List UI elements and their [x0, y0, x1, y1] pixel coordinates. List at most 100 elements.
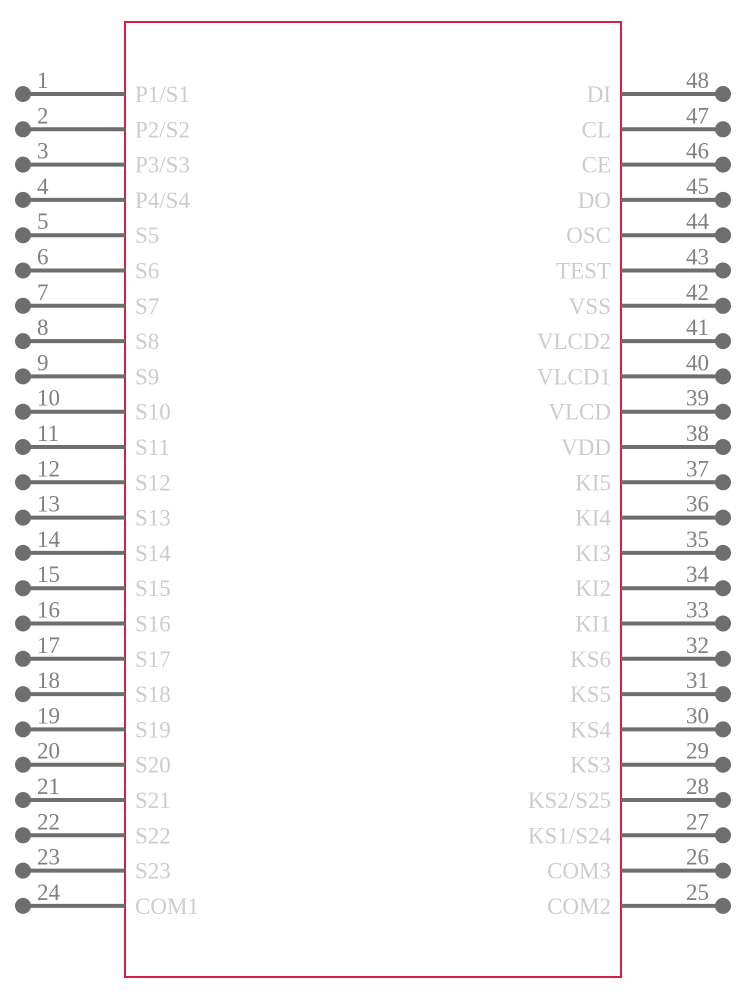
pin-terminal-dot[interactable] [15, 333, 31, 350]
pin-number-label: 47 [686, 103, 709, 128]
pin[interactable]: S23 23 [15, 845, 171, 884]
pin[interactable]: KS6 32 [570, 633, 731, 672]
pin-terminal-dot[interactable] [15, 439, 31, 455]
pin[interactable]: CL 47 [582, 103, 731, 142]
pin-terminal-dot[interactable] [15, 368, 31, 385]
pin[interactable]: S13 13 [15, 492, 171, 531]
pin-terminal-dot[interactable] [715, 756, 731, 773]
pin-terminal-dot[interactable] [15, 827, 31, 844]
pin-terminal-dot[interactable] [15, 297, 31, 314]
pin[interactable]: S8 8 [15, 315, 159, 354]
pin[interactable]: VSS 42 [569, 280, 731, 319]
pin[interactable]: OSC 44 [566, 209, 731, 248]
pin-terminal-dot[interactable] [715, 156, 731, 173]
pin[interactable]: S12 12 [15, 456, 171, 495]
pin-terminal-dot[interactable] [15, 403, 31, 420]
pin-terminal-dot[interactable] [15, 897, 31, 914]
pin-terminal-dot[interactable] [715, 615, 731, 632]
pin[interactable]: KS2/S25 28 [528, 774, 731, 813]
pin-terminal-dot[interactable] [15, 756, 31, 773]
pin-terminal-dot[interactable] [15, 262, 31, 279]
pin[interactable]: S10 10 [15, 386, 171, 425]
pin[interactable]: CE 46 [582, 139, 731, 178]
pin[interactable]: TEST 43 [556, 245, 731, 284]
pin-terminal-dot[interactable] [15, 544, 31, 561]
pin-terminal-dot[interactable] [715, 297, 731, 314]
pin[interactable]: KI4 36 [575, 492, 731, 531]
pin[interactable]: DO 45 [578, 174, 731, 213]
pin-terminal-dot[interactable] [715, 580, 731, 597]
pin-terminal-dot[interactable] [715, 827, 731, 844]
pin[interactable]: S15 15 [15, 562, 171, 601]
pin-terminal-dot[interactable] [15, 792, 31, 808]
pin-terminal-dot[interactable] [15, 650, 31, 667]
pin-terminal-dot[interactable] [15, 862, 31, 879]
pin-terminal-dot[interactable] [15, 474, 31, 491]
pin-terminal-dot[interactable] [15, 509, 31, 526]
pin[interactable]: S5 5 [15, 209, 159, 248]
pin[interactable]: S18 18 [15, 668, 171, 707]
pin[interactable]: VLCD2 41 [537, 315, 731, 354]
pin-terminal-dot[interactable] [715, 897, 731, 914]
pin-terminal-dot[interactable] [715, 86, 731, 102]
pin[interactable]: VDD 38 [561, 421, 731, 460]
schematic-symbol-svg: P1/S11P2/S22P3/S33P4/S44S55S66S77S88S99S… [15, 21, 731, 978]
pin-number-label: 14 [37, 527, 61, 552]
pin[interactable]: P2/S2 2 [15, 103, 190, 142]
pin[interactable]: S20 20 [15, 739, 171, 778]
pin-terminal-dot[interactable] [715, 121, 731, 138]
pin-terminal-dot[interactable] [15, 227, 31, 244]
pin[interactable]: S21 21 [15, 774, 171, 813]
pin-terminal-dot[interactable] [715, 333, 731, 350]
pin[interactable]: P1/S1 1 [15, 68, 190, 107]
pin-terminal-dot[interactable] [15, 580, 31, 597]
pin[interactable]: KS1/S24 27 [528, 809, 731, 848]
pin-terminal-dot[interactable] [15, 121, 31, 138]
pin-terminal-dot[interactable] [715, 686, 731, 703]
pin-terminal-dot[interactable] [15, 615, 31, 632]
pin-name-label: S12 [135, 470, 171, 495]
pin-terminal-dot[interactable] [715, 792, 731, 808]
pin[interactable]: DI 48 [587, 68, 731, 107]
pin[interactable]: VLCD 39 [548, 386, 731, 425]
pin-terminal-dot[interactable] [715, 227, 731, 244]
pin[interactable]: KI5 37 [575, 456, 731, 495]
pin[interactable]: P3/S3 3 [15, 139, 190, 178]
pin[interactable]: KS3 29 [570, 739, 731, 778]
pin-terminal-dot[interactable] [715, 439, 731, 455]
pin[interactable]: KI1 33 [575, 598, 731, 637]
pin-terminal-dot[interactable] [715, 862, 731, 879]
pin[interactable]: VLCD1 40 [537, 350, 731, 389]
pin[interactable]: S19 19 [15, 703, 171, 742]
pin[interactable]: P4/S4 4 [15, 174, 190, 213]
pin[interactable]: KI3 35 [575, 527, 731, 566]
pin-terminal-dot[interactable] [15, 86, 31, 102]
pin-terminal-dot[interactable] [715, 474, 731, 491]
pin[interactable]: S22 22 [15, 809, 171, 848]
pin-terminal-dot[interactable] [715, 403, 731, 420]
pin-terminal-dot[interactable] [15, 191, 31, 208]
pin-terminal-dot[interactable] [715, 509, 731, 526]
pin-terminal-dot[interactable] [715, 368, 731, 385]
pin[interactable]: KI2 34 [575, 562, 731, 601]
pin[interactable]: KS4 30 [570, 703, 731, 742]
pin[interactable]: S17 17 [15, 633, 171, 672]
pin-terminal-dot[interactable] [715, 721, 731, 738]
pin[interactable]: S16 16 [15, 598, 171, 637]
pin[interactable]: COM3 26 [547, 845, 731, 884]
pin-terminal-dot[interactable] [15, 721, 31, 738]
pin-terminal-dot[interactable] [715, 191, 731, 208]
pin[interactable]: S6 6 [15, 245, 159, 284]
pin[interactable]: S9 9 [15, 350, 159, 389]
pin-terminal-dot[interactable] [15, 156, 31, 173]
pin[interactable]: S14 14 [15, 527, 171, 566]
pin[interactable]: KS5 31 [570, 668, 731, 707]
pin[interactable]: S7 7 [15, 280, 159, 319]
pin[interactable]: S11 11 [15, 421, 170, 460]
pin-terminal-dot[interactable] [715, 544, 731, 561]
pin[interactable]: COM1 24 [15, 880, 199, 919]
pin-terminal-dot[interactable] [715, 262, 731, 279]
pin-terminal-dot[interactable] [15, 686, 31, 703]
pin-terminal-dot[interactable] [715, 650, 731, 667]
pin[interactable]: COM2 25 [547, 880, 731, 919]
